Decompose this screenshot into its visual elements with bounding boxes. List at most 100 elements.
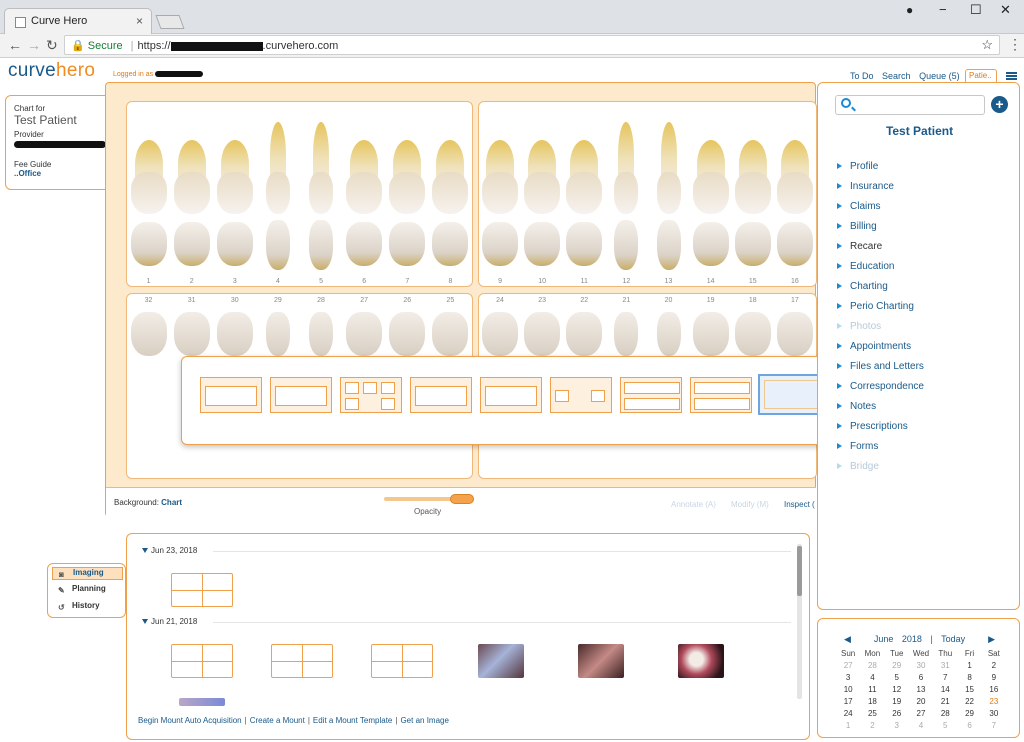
mount-thumbnail[interactable] <box>171 644 233 678</box>
tooth-occlusal[interactable] <box>432 222 469 266</box>
template-option-6[interactable] <box>550 377 612 413</box>
tooth-crown[interactable] <box>776 312 813 356</box>
calendar-day[interactable]: 7 <box>982 721 1006 733</box>
template-option-2[interactable] <box>270 377 332 413</box>
tooth-crown[interactable] <box>734 172 771 214</box>
annotate-button[interactable]: Annotate (A) <box>671 500 716 509</box>
tooth-occlusal[interactable] <box>566 222 603 266</box>
calendar-day[interactable]: 14 <box>933 685 957 697</box>
calendar-day[interactable]: 28 <box>933 709 957 721</box>
tooth-crown[interactable] <box>776 172 813 214</box>
calendar-day[interactable]: 27 <box>836 661 860 673</box>
side-menu-item[interactable]: Claims <box>837 201 881 212</box>
side-menu-item[interactable]: Forms <box>837 441 878 452</box>
tooth-crown[interactable] <box>173 172 210 214</box>
side-menu-item[interactable]: Files and Letters <box>837 361 924 372</box>
tooth-crown[interactable] <box>173 312 210 356</box>
url-field[interactable]: 🔒 Secure | https://.curvehero.com ☆ <box>64 35 1000 55</box>
mount-thumbnail[interactable] <box>171 573 233 607</box>
calendar-day[interactable]: 4 <box>860 673 884 685</box>
mount-thumbnail[interactable] <box>271 644 333 678</box>
tooth-crown[interactable] <box>656 172 681 214</box>
tooth-crown[interactable] <box>346 172 383 214</box>
tooth-crown[interactable] <box>692 312 729 356</box>
calendar-day[interactable]: 1 <box>957 661 981 673</box>
tooth-crown[interactable] <box>346 312 383 356</box>
calendar-day[interactable]: 6 <box>957 721 981 733</box>
tooth-crown[interactable] <box>130 312 167 356</box>
next-month-icon[interactable]: ▶ <box>988 634 995 645</box>
tooth-crown[interactable] <box>432 312 469 356</box>
new-tab-button[interactable] <box>155 15 185 29</box>
calendar-day[interactable]: 4 <box>909 721 933 733</box>
upper-right-quadrant[interactable]: 1 2 3 4 5 6 7 8 <box>126 101 473 287</box>
calendar-day[interactable]: 23 <box>982 697 1006 709</box>
side-menu-item[interactable]: Bridge <box>837 461 879 472</box>
calendar-day[interactable]: 17 <box>836 697 860 709</box>
side-menu-item[interactable]: Education <box>837 261 894 272</box>
calendar-day[interactable]: 5 <box>885 673 909 685</box>
calendar-day[interactable]: 2 <box>982 661 1006 673</box>
template-option-1[interactable] <box>200 377 262 413</box>
calendar-day[interactable]: 26 <box>885 709 909 721</box>
edit-mount-template-link[interactable]: Edit a Mount Template <box>313 716 392 725</box>
imaging-scrollbar[interactable] <box>797 544 802 699</box>
tooth-crown[interactable] <box>265 312 290 356</box>
calendar-day[interactable]: 13 <box>909 685 933 697</box>
calendar-day[interactable]: 20 <box>909 697 933 709</box>
tooth-crown[interactable] <box>566 172 603 214</box>
tooth-crown[interactable] <box>389 172 426 214</box>
todo-link[interactable]: To Do <box>850 71 874 81</box>
calendar-day[interactable]: 10 <box>836 685 860 697</box>
opacity-slider-handle[interactable] <box>450 494 474 504</box>
calendar-day[interactable]: 25 <box>860 709 884 721</box>
template-option-7[interactable] <box>620 377 682 413</box>
queue-link[interactable]: Queue (5) <box>919 71 960 81</box>
calendar-day[interactable]: 18 <box>860 697 884 709</box>
tooth-crown[interactable] <box>734 312 771 356</box>
tooth-crown[interactable] <box>309 312 334 356</box>
browser-menu-icon[interactable]: ⋮ <box>1008 36 1022 53</box>
side-menu-item[interactable]: Charting <box>837 281 888 292</box>
patient-tab[interactable]: Patie.. <box>965 69 997 82</box>
app-logo[interactable]: curvehero <box>8 60 95 82</box>
tooth-occlusal[interactable] <box>309 220 334 270</box>
template-option-8[interactable] <box>690 377 752 413</box>
calendar-day[interactable]: 28 <box>860 661 884 673</box>
tooth-occlusal[interactable] <box>524 222 561 266</box>
tooth-crown[interactable] <box>432 172 469 214</box>
search-link[interactable]: Search <box>882 71 911 81</box>
back-icon[interactable]: ← <box>8 37 22 53</box>
fee-guide-value[interactable]: ..Office <box>14 169 113 178</box>
calendar-day[interactable]: 7 <box>933 673 957 685</box>
calendar-day[interactable]: 9 <box>982 673 1006 685</box>
calendar-year[interactable]: 2018 <box>902 634 922 644</box>
side-menu-item[interactable]: Insurance <box>837 181 894 192</box>
hamburger-icon[interactable] <box>1006 72 1017 80</box>
calendar-day[interactable]: 24 <box>836 709 860 721</box>
tooth-occlusal[interactable] <box>173 222 210 266</box>
photo-thumbnail[interactable] <box>179 698 225 706</box>
tooth-crown[interactable] <box>524 172 561 214</box>
tooth-occlusal[interactable] <box>216 222 253 266</box>
tooth-crown[interactable] <box>482 172 519 214</box>
calendar-day[interactable]: 27 <box>909 709 933 721</box>
tooth-crown[interactable] <box>389 312 426 356</box>
tooth-occlusal[interactable] <box>482 222 519 266</box>
calendar-day[interactable]: 29 <box>957 709 981 721</box>
profile-icon[interactable]: ● <box>906 3 913 17</box>
tooth-occlusal[interactable] <box>734 222 771 266</box>
background-value[interactable]: Chart <box>161 498 182 507</box>
inspect-button[interactable]: Inspect ( <box>784 500 815 509</box>
calendar-day[interactable]: 21 <box>933 697 957 709</box>
date-group-header[interactable]: Jun 21, 2018 <box>142 617 197 626</box>
calendar-day[interactable]: 16 <box>982 685 1006 697</box>
get-image-link[interactable]: Get an Image <box>400 716 448 725</box>
calendar-month[interactable]: June <box>874 634 894 644</box>
side-menu-item[interactable]: Photos <box>837 321 881 332</box>
calendar-day[interactable]: 6 <box>909 673 933 685</box>
calendar-day[interactable]: 31 <box>933 661 957 673</box>
calendar-day[interactable]: 12 <box>885 685 909 697</box>
tooth-crown[interactable] <box>216 312 253 356</box>
modify-button[interactable]: Modify (M) <box>731 500 769 509</box>
